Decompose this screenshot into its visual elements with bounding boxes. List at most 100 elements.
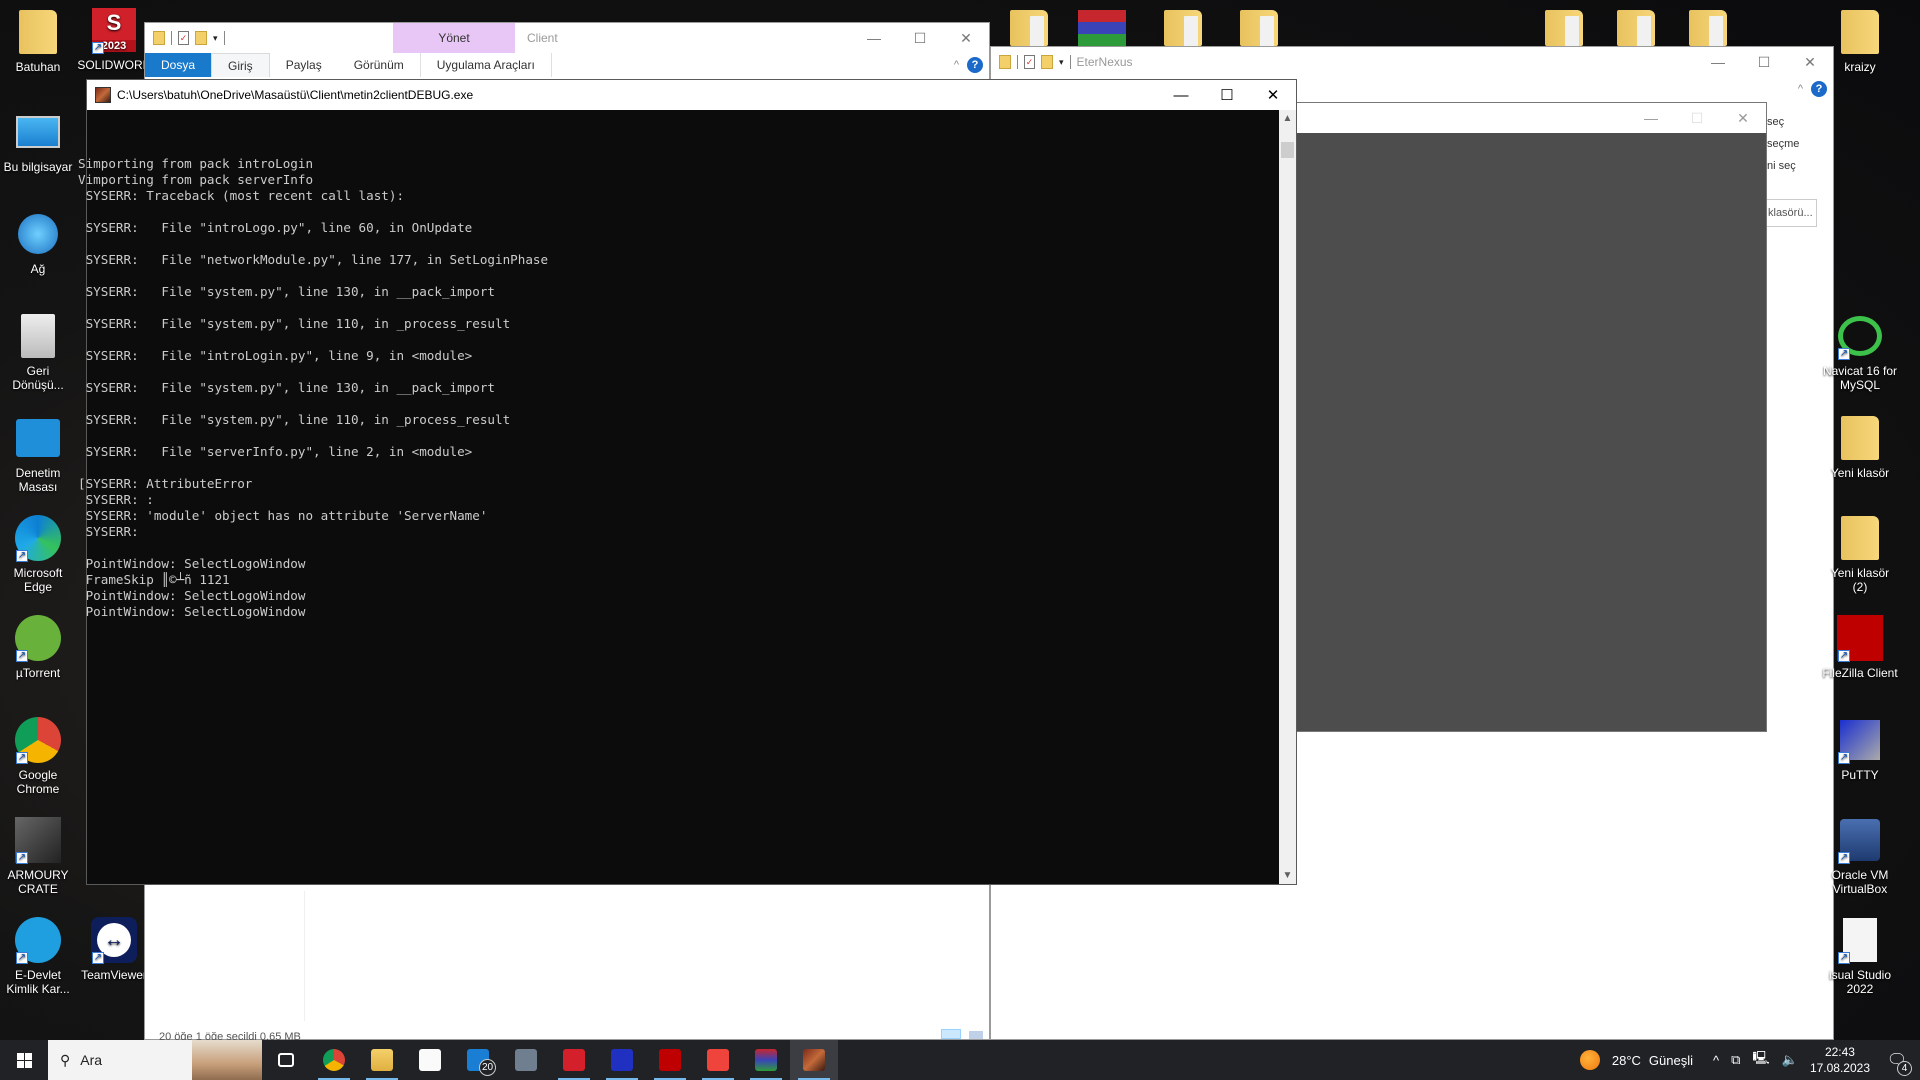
- select-all-item[interactable]: seç: [1767, 111, 1799, 133]
- desktop-icon-chrome[interactable]: ↗ Google Chrome: [0, 716, 76, 796]
- desktop-folder-icon[interactable]: [1545, 10, 1583, 50]
- customize-dropdown-icon[interactable]: ▾: [1059, 57, 1064, 68]
- desktop-icon-recycle-bin[interactable]: Geri Dönüşü...: [0, 312, 76, 392]
- minimize-button[interactable]: —: [851, 23, 897, 53]
- desktop-icon-control-panel[interactable]: Denetim Masası: [0, 414, 76, 494]
- taskbar-app-winrar[interactable]: [742, 1040, 790, 1080]
- taskbar-app-chrome[interactable]: [310, 1040, 358, 1080]
- meet-now-icon[interactable]: ⧉: [1731, 1052, 1740, 1068]
- taskbar-app-metin2[interactable]: [790, 1040, 838, 1080]
- desktop-icon-solidworks[interactable]: S 2023 ↗ SOLIDWORK: [76, 6, 152, 72]
- minimize-button[interactable]: —: [1158, 80, 1204, 110]
- desktop-archive-folder-icon[interactable]: [1164, 10, 1202, 50]
- help-icon[interactable]: ?: [1811, 81, 1827, 97]
- search-box[interactable]: ⚲ Ara: [48, 1040, 262, 1080]
- desktop-icon-user-folder[interactable]: Batuhan: [0, 8, 76, 74]
- volume-icon[interactable]: 🔈: [1782, 1052, 1798, 1068]
- scroll-down-icon[interactable]: ▼: [1279, 867, 1296, 884]
- desktop-icon-label: Microsoft Edge: [13, 566, 63, 594]
- desktop-archive-folder-icon[interactable]: [1240, 10, 1278, 50]
- desktop-winrar-icon[interactable]: [1078, 10, 1126, 46]
- taskbar-app-task-view[interactable]: [262, 1040, 310, 1080]
- desktop-icon-label: isual Studio 2022: [1828, 968, 1892, 996]
- console-output[interactable]: Simporting from pack introLogin Vimportin…: [78, 110, 1279, 884]
- desktop-icon-virtualbox[interactable]: ↗ Oracle VM VirtualBox: [1822, 816, 1898, 896]
- desktop-icon-navicat[interactable]: ↗ Navicat 16 for MySQL: [1822, 312, 1898, 392]
- properties-icon[interactable]: ✓: [1024, 55, 1035, 69]
- scroll-up-icon[interactable]: ▲: [1279, 110, 1296, 127]
- taskbar-app-anydesk[interactable]: [694, 1040, 742, 1080]
- taskbar-app-filezilla[interactable]: [646, 1040, 694, 1080]
- desktop-icon-edge[interactable]: ↗ Microsoft Edge: [0, 514, 76, 594]
- taskbar-app-file-explorer[interactable]: [358, 1040, 406, 1080]
- folder-icon[interactable]: [999, 55, 1011, 69]
- tab-file[interactable]: Dosya: [145, 53, 212, 77]
- desktop-icon-putty[interactable]: ↗ PuTTY: [1822, 716, 1898, 782]
- maximize-button[interactable]: ☐: [1674, 103, 1720, 133]
- help-icon[interactable]: ?: [967, 57, 983, 73]
- maximize-button[interactable]: ☐: [1741, 47, 1787, 77]
- maximize-button[interactable]: ☐: [1204, 80, 1250, 110]
- desktop-icon-network[interactable]: Ağ: [0, 210, 76, 276]
- notification-center-icon[interactable]: 🗨 4: [1882, 1050, 1912, 1076]
- maximize-button[interactable]: ☐: [897, 23, 943, 53]
- edevlet-icon: ↗: [14, 916, 62, 964]
- tab-context-manage[interactable]: Yönet: [393, 23, 515, 53]
- solidworks-icon: S 2023 ↗: [90, 6, 138, 54]
- desktop-icon-armoury-crate[interactable]: ↗ ARMOURY CRATE: [0, 816, 76, 896]
- taskbar-app-network-tool[interactable]: [598, 1040, 646, 1080]
- desktop-icon-utorrent[interactable]: ↗ µTorrent: [0, 614, 76, 680]
- desktop-icon-label: Batuhan: [15, 60, 61, 74]
- desktop-folder-icon[interactable]: [1010, 10, 1048, 50]
- weather-temp[interactable]: 28°C: [1612, 1053, 1641, 1068]
- properties-icon[interactable]: ✓: [178, 31, 189, 45]
- folder-button[interactable]: klasörü...: [1761, 199, 1817, 227]
- start-button[interactable]: [0, 1040, 48, 1080]
- weather-sun-icon[interactable]: [1579, 1050, 1600, 1070]
- search-highlight-image[interactable]: [192, 1040, 262, 1080]
- taskbar-app-calculator[interactable]: [502, 1040, 550, 1080]
- desktop-icon-filezilla[interactable]: ↗ FileZilla Client: [1822, 614, 1898, 680]
- desktop-icon-edevlet[interactable]: ↗ E-Devlet Kimlik Kar...: [0, 916, 76, 996]
- new-folder-icon[interactable]: [195, 31, 207, 45]
- tab-share[interactable]: Paylaş: [270, 53, 338, 77]
- new-folder-icon[interactable]: [1041, 55, 1053, 69]
- weather-text[interactable]: Güneşli: [1649, 1053, 1693, 1068]
- network-icon[interactable]: 🖳: [1752, 1049, 1769, 1071]
- close-button[interactable]: ✕: [1720, 103, 1766, 133]
- vertical-scrollbar[interactable]: ▲ ▼: [1279, 110, 1296, 884]
- scroll-thumb[interactable]: [1281, 142, 1294, 158]
- show-hidden-icons[interactable]: ^: [1713, 1053, 1719, 1068]
- customize-dropdown-icon[interactable]: ▾: [213, 33, 218, 44]
- minimize-button[interactable]: —: [1628, 103, 1674, 133]
- close-button[interactable]: ✕: [1250, 80, 1296, 110]
- select-none-item[interactable]: seçme: [1767, 133, 1799, 155]
- folder-icon[interactable]: [153, 31, 165, 45]
- desktop-icon-folder[interactable]: Yeni klasör: [1822, 414, 1898, 480]
- collapse-ribbon-icon[interactable]: ^: [1798, 83, 1803, 95]
- desktop-icon-folder[interactable]: Yeni klasör (2): [1822, 514, 1898, 594]
- desktop-icon-file[interactable]: ↗ isual Studio 2022: [1822, 916, 1898, 996]
- desktop-folder-icon[interactable]: [1689, 10, 1727, 50]
- tab-view[interactable]: Görünüm: [338, 53, 420, 77]
- taskbar-app-mail[interactable]: 20: [454, 1040, 502, 1080]
- desktop-icon-teamviewer[interactable]: ↔ ↗ TeamViewer: [76, 916, 152, 982]
- taskbar-app-acrobat[interactable]: [550, 1040, 598, 1080]
- desktop-icon-folder[interactable]: kraizy: [1822, 8, 1898, 74]
- minimize-button[interactable]: —: [1695, 47, 1741, 77]
- close-button[interactable]: ✕: [943, 23, 989, 53]
- invert-selection-item[interactable]: ni seç: [1767, 155, 1799, 177]
- clock[interactable]: 22:43 17.08.2023: [1810, 1044, 1870, 1076]
- console-line: PointWindow: SelectLogoWindow: [78, 604, 306, 619]
- desktop-icon-computer[interactable]: Bu bilgisayar: [0, 108, 76, 174]
- details-view-button[interactable]: [941, 1029, 961, 1039]
- large-icons-view-button[interactable]: [969, 1031, 983, 1039]
- console-window: C:\Users\batuh\OneDrive\Masaüstü\Client\…: [78, 79, 1297, 885]
- tab-home[interactable]: Giriş: [211, 53, 270, 77]
- desktop-folder-icon[interactable]: [1617, 10, 1655, 50]
- taskbar-app-microsoft-store[interactable]: [406, 1040, 454, 1080]
- collapse-ribbon-icon[interactable]: ^: [954, 59, 959, 71]
- mail-badge: 20: [479, 1059, 496, 1076]
- tab-app-tools[interactable]: Uygulama Araçları: [419, 53, 552, 77]
